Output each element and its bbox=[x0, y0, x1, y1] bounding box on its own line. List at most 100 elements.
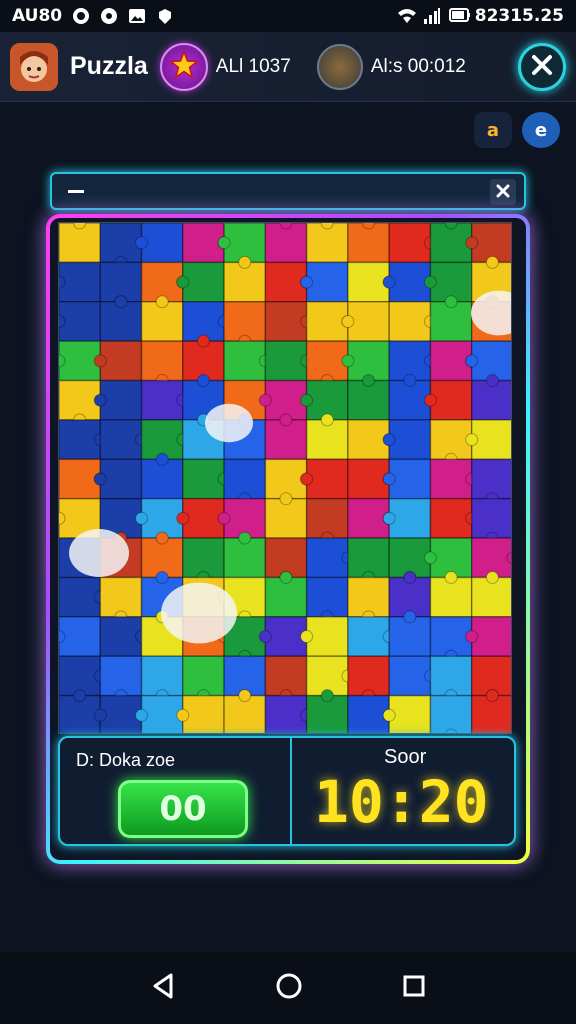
image-icon bbox=[128, 7, 146, 25]
puzzle-piece-tab bbox=[217, 236, 231, 250]
puzzle-piece-tab bbox=[320, 689, 334, 703]
puzzle-piece-tab bbox=[382, 511, 396, 525]
info-left: D: Doka zoe 00 bbox=[60, 738, 292, 844]
puzzle-piece-tab bbox=[279, 492, 293, 506]
puzzle-piece-tab bbox=[279, 570, 293, 584]
close-icon bbox=[496, 183, 510, 202]
timer: 10:20 bbox=[314, 768, 489, 836]
puzzle-piece-tab bbox=[485, 374, 499, 388]
game-header: Puzzla ALl 1037 Al:s 00:012 bbox=[0, 32, 576, 102]
puzzle-piece-tab bbox=[465, 236, 479, 250]
window-close-button[interactable] bbox=[490, 179, 516, 205]
counter-value: 00 bbox=[159, 789, 207, 829]
puzzle-piece-tab bbox=[114, 295, 128, 309]
puzzle-piece-tab bbox=[73, 689, 87, 703]
camera-icon bbox=[72, 7, 90, 25]
puzzle-piece-tab bbox=[155, 452, 169, 466]
mini-button-b[interactable]: e bbox=[522, 112, 560, 148]
puzzle-piece-tab bbox=[403, 374, 417, 388]
puzzle-piece-tab bbox=[135, 236, 149, 250]
player-badge[interactable] bbox=[316, 43, 363, 90]
puzzle-piece-tab bbox=[320, 413, 334, 427]
image-fragment bbox=[69, 529, 129, 577]
puzzle-piece-tab bbox=[93, 472, 107, 486]
puzzle-piece-tab bbox=[93, 354, 107, 368]
status-left-text: AU80 bbox=[12, 6, 63, 26]
back-icon[interactable] bbox=[151, 973, 175, 1003]
puzzle-piece-tab bbox=[485, 255, 499, 269]
navigation-bar bbox=[0, 952, 576, 1024]
minimize-icon[interactable] bbox=[68, 190, 84, 193]
avatar[interactable] bbox=[10, 42, 58, 91]
level-text: ALl 1037 bbox=[215, 55, 291, 77]
puzzle-piece-tab bbox=[403, 570, 417, 584]
mini-button-a-label: a bbox=[486, 119, 500, 141]
puzzle-board[interactable] bbox=[58, 222, 512, 734]
puzzle-piece-tab bbox=[341, 314, 355, 328]
status-bar: AU80 82315.25 bbox=[0, 0, 576, 32]
image-fragment bbox=[205, 403, 253, 443]
mini-button-a[interactable]: a bbox=[474, 112, 512, 148]
puzzle-piece[interactable] bbox=[429, 694, 473, 734]
recents-icon[interactable] bbox=[403, 975, 425, 1001]
puzzle-piece-tab bbox=[135, 708, 149, 722]
puzzle-piece-tab bbox=[444, 570, 458, 584]
level-badge[interactable] bbox=[159, 42, 208, 91]
app-title: Puzzla bbox=[70, 52, 148, 80]
coins-text: Al:s 00:012 bbox=[370, 55, 466, 77]
signal-icon bbox=[423, 7, 441, 25]
puzzle-piece-tab bbox=[93, 708, 107, 722]
mini-button-b-label: e bbox=[534, 119, 548, 141]
info-label: D: Doka zoe bbox=[76, 750, 176, 770]
puzzle-piece-tab bbox=[155, 531, 169, 545]
battery-icon bbox=[448, 7, 470, 25]
puzzle-piece-tab bbox=[176, 708, 190, 722]
puzzle-piece-tab bbox=[465, 630, 479, 644]
puzzle-piece-tab bbox=[93, 393, 107, 407]
puzzle-piece-tab bbox=[279, 413, 293, 427]
puzzle-piece-tab bbox=[423, 551, 437, 565]
counter-button[interactable]: 00 bbox=[118, 780, 248, 838]
puzzle-piece-tab bbox=[196, 374, 210, 388]
puzzle-piece-tab bbox=[465, 354, 479, 368]
puzzle-piece-tab bbox=[217, 511, 231, 525]
puzzle-piece-tab bbox=[382, 708, 396, 722]
puzzle-piece-tab bbox=[238, 255, 252, 269]
info-right: Soor 10:20 bbox=[292, 738, 514, 844]
puzzle-piece-tab bbox=[423, 275, 437, 289]
puzzle-piece-tab bbox=[423, 393, 437, 407]
puzzle-piece-tab bbox=[155, 295, 169, 309]
puzzle-piece-tab bbox=[196, 334, 210, 348]
puzzle-piece-tab bbox=[176, 275, 190, 289]
star-icon bbox=[168, 49, 199, 84]
puzzle-piece-tab bbox=[403, 610, 417, 624]
puzzle-piece-tab bbox=[238, 689, 252, 703]
puzzle-piece-tab bbox=[362, 374, 376, 388]
settings-icon bbox=[100, 7, 118, 25]
mini-toolbar: a e bbox=[474, 112, 560, 148]
wifi-icon bbox=[397, 7, 416, 25]
puzzle-piece-tab bbox=[444, 295, 458, 309]
puzzle-piece-tab bbox=[341, 354, 355, 368]
puzzle-piece-tab bbox=[382, 472, 396, 486]
close-button[interactable] bbox=[518, 42, 566, 91]
score-label: Soor bbox=[384, 746, 427, 768]
puzzle-piece-tab bbox=[258, 630, 272, 644]
puzzle-piece-tab bbox=[300, 630, 314, 644]
puzzle-piece-tab bbox=[465, 433, 479, 447]
puzzle-piece-tab bbox=[485, 570, 499, 584]
status-time: 82315.25 bbox=[474, 6, 564, 26]
info-panel: D: Doka zoe 00 Soor 10:20 bbox=[58, 736, 516, 846]
image-fragment bbox=[161, 582, 237, 644]
puzzle-piece-tab bbox=[300, 275, 314, 289]
puzzle-pieces[interactable] bbox=[59, 223, 512, 734]
puzzle-piece-tab bbox=[176, 511, 190, 525]
home-icon[interactable] bbox=[276, 973, 302, 1003]
lock-icon bbox=[156, 7, 174, 25]
puzzle-piece-tab bbox=[135, 511, 149, 525]
puzzle-piece-tab bbox=[300, 472, 314, 486]
close-icon bbox=[531, 54, 553, 80]
puzzle-piece-tab bbox=[382, 275, 396, 289]
puzzle-piece-tab bbox=[238, 531, 252, 545]
puzzle-piece-tab bbox=[382, 433, 396, 447]
